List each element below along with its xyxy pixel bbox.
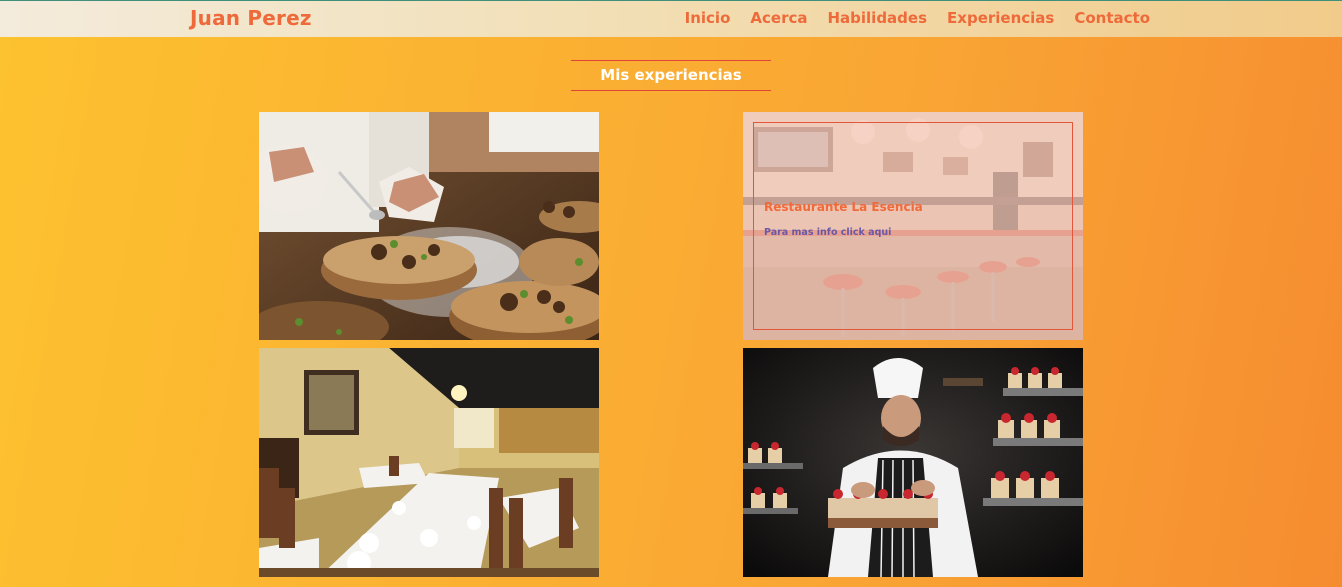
overlay-frame (753, 122, 1073, 330)
section-title: Mis experiencias (571, 60, 771, 91)
experience-card-2[interactable]: Restaurante La Esencia Para mas info cli… (743, 112, 1083, 340)
experience-card-4[interactable] (743, 348, 1083, 577)
nav-menu: Inicio Acerca Habilidades Experiencias C… (685, 9, 1150, 27)
nav-link-experiencias[interactable]: Experiencias (947, 9, 1054, 27)
restaurant-dining-room-photo (259, 348, 599, 577)
experience-card-3[interactable] (259, 348, 599, 577)
card-overlay[interactable]: Restaurante La Esencia Para mas info cli… (743, 112, 1083, 340)
brand-name[interactable]: Juan Perez (190, 6, 312, 30)
experience-card-1[interactable] (259, 112, 599, 340)
nav-link-acerca[interactable]: Acerca (750, 9, 807, 27)
pastry-chef-cakes-photo (743, 348, 1083, 577)
nav-link-habilidades[interactable]: Habilidades (827, 9, 927, 27)
more-info-link[interactable]: Para mas info click aqui (764, 227, 891, 238)
nav-link-contacto[interactable]: Contacto (1074, 9, 1150, 27)
restaurant-title: Restaurante La Esencia (764, 200, 923, 214)
chef-plating-dish-photo (259, 112, 599, 340)
nav-link-inicio[interactable]: Inicio (685, 9, 731, 27)
navbar: Juan Perez Inicio Acerca Habilidades Exp… (0, 0, 1342, 37)
